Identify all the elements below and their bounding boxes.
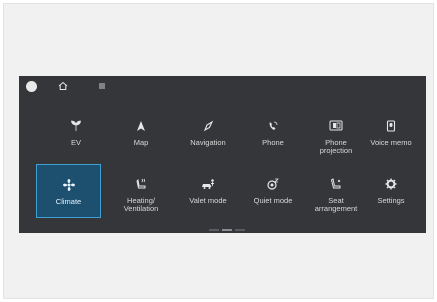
tile-navigation[interactable]: Navigation bbox=[176, 106, 240, 160]
compass-icon bbox=[198, 116, 218, 136]
tile-ev[interactable]: EV bbox=[44, 106, 108, 160]
status-dot[interactable] bbox=[26, 81, 37, 92]
tile-settings[interactable]: Settings bbox=[359, 164, 423, 218]
gear-icon bbox=[381, 174, 401, 194]
tile-label: Climate bbox=[55, 197, 82, 206]
tile-climate[interactable]: Climate bbox=[36, 164, 101, 218]
tile-voice-memo[interactable]: Voice memo bbox=[359, 106, 423, 160]
tile-label: Valet mode bbox=[189, 196, 227, 205]
tile-label: EV bbox=[70, 138, 81, 147]
seat-arrangement-icon bbox=[326, 174, 346, 194]
seat-heating-icon bbox=[131, 174, 151, 194]
tile-phone[interactable]: Phone bbox=[241, 106, 305, 160]
tile-label: Quiet mode bbox=[253, 196, 293, 205]
infotainment-screen: EV Map Navigation Phone Phone projection… bbox=[19, 76, 426, 233]
quiet-mode-icon bbox=[263, 174, 283, 194]
tile-quiet-mode[interactable]: Quiet mode bbox=[241, 164, 305, 218]
tile-heating-ventilation[interactable]: Heating/ Ventilation bbox=[109, 164, 173, 218]
voice-memo-icon bbox=[381, 116, 401, 136]
page-indicator bbox=[209, 229, 249, 231]
page-dot-active[interactable] bbox=[222, 229, 232, 231]
tile-label: Map bbox=[133, 138, 149, 147]
tile-map[interactable]: Map bbox=[109, 106, 173, 160]
tile-label: Phone bbox=[262, 138, 284, 147]
fan-icon bbox=[59, 175, 79, 195]
tile-label: Settings bbox=[377, 196, 405, 205]
page-dot[interactable] bbox=[235, 229, 245, 231]
home-icon[interactable] bbox=[57, 80, 69, 92]
phone-projection-icon bbox=[326, 116, 346, 136]
tile-label: Voice memo bbox=[370, 138, 412, 147]
manual-figure-frame: EV Map Navigation Phone Phone projection… bbox=[3, 3, 434, 299]
map-arrow-icon bbox=[131, 116, 151, 136]
top-bar bbox=[19, 76, 426, 98]
leaf-icon bbox=[66, 116, 86, 136]
menu-icon[interactable] bbox=[97, 81, 107, 91]
page-dot[interactable] bbox=[209, 229, 219, 231]
tile-valet-mode[interactable]: Valet mode bbox=[176, 164, 240, 218]
tile-label: Navigation bbox=[190, 138, 226, 147]
app-grid: EV Map Navigation Phone Phone projection… bbox=[19, 106, 426, 226]
tile-label: Heating/ Ventilation bbox=[123, 196, 159, 213]
phone-icon bbox=[263, 116, 283, 136]
valet-icon bbox=[198, 174, 218, 194]
